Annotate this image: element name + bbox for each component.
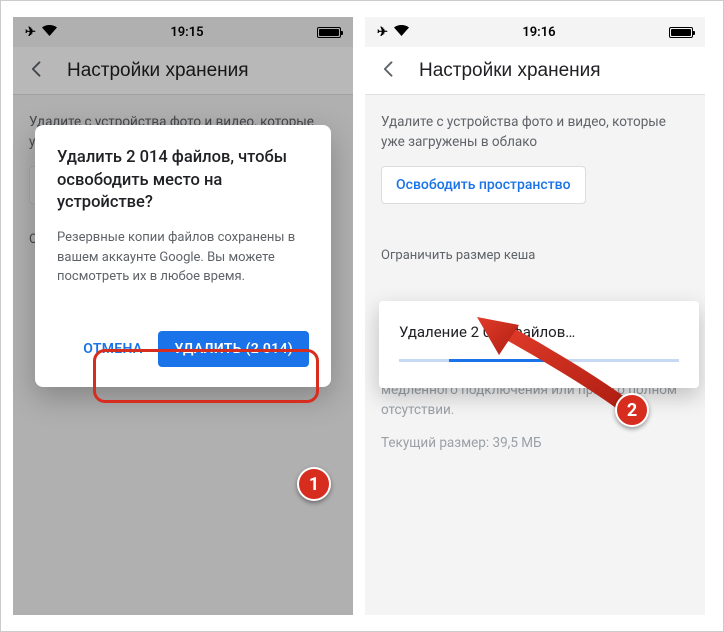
back-icon[interactable] bbox=[379, 59, 399, 83]
page-title: Настройки хранения bbox=[419, 60, 601, 82]
dialog-title: Удалить 2 014 файлов, чтобы освободить м… bbox=[57, 147, 309, 214]
callout-badge-2: 2 bbox=[615, 393, 649, 427]
callout-number: 1 bbox=[309, 474, 319, 495]
free-up-space-button[interactable]: Освободить пространство bbox=[381, 166, 586, 204]
cancel-button[interactable]: ОТМЕНА bbox=[77, 333, 148, 365]
storage-desc: Удалите с устройства фото и видео, котор… bbox=[381, 113, 689, 152]
screenshot-left: ✈ 19:15 Настройки хранения Удалите с уст… bbox=[13, 17, 353, 615]
battery-icon bbox=[669, 27, 693, 38]
cache-size: Текущий размер: 39,5 МБ bbox=[381, 434, 689, 454]
confirm-delete-dialog: Удалить 2 014 файлов, чтобы освободить м… bbox=[35, 125, 331, 386]
modal-scrim: Удалить 2 014 файлов, чтобы освободить м… bbox=[13, 17, 353, 615]
cache-section-label: Ограничить размер кеша bbox=[381, 248, 689, 263]
callout-badge-1: 1 bbox=[297, 467, 331, 501]
dialog-body: Резервные копии файлов сохранены в вашем… bbox=[57, 228, 309, 287]
wifi-icon bbox=[394, 25, 409, 40]
callout-number: 2 bbox=[627, 400, 637, 421]
app-header: Настройки хранения bbox=[365, 47, 705, 95]
status-bar: ✈ 19:16 bbox=[365, 17, 705, 47]
delete-confirm-button[interactable]: УДАЛИТЬ (2 014) bbox=[158, 331, 309, 367]
dialog-actions: ОТМЕНА УДАЛИТЬ (2 014) bbox=[57, 327, 309, 367]
status-time: 19:16 bbox=[522, 25, 555, 40]
airplane-mode-icon: ✈ bbox=[377, 25, 388, 40]
